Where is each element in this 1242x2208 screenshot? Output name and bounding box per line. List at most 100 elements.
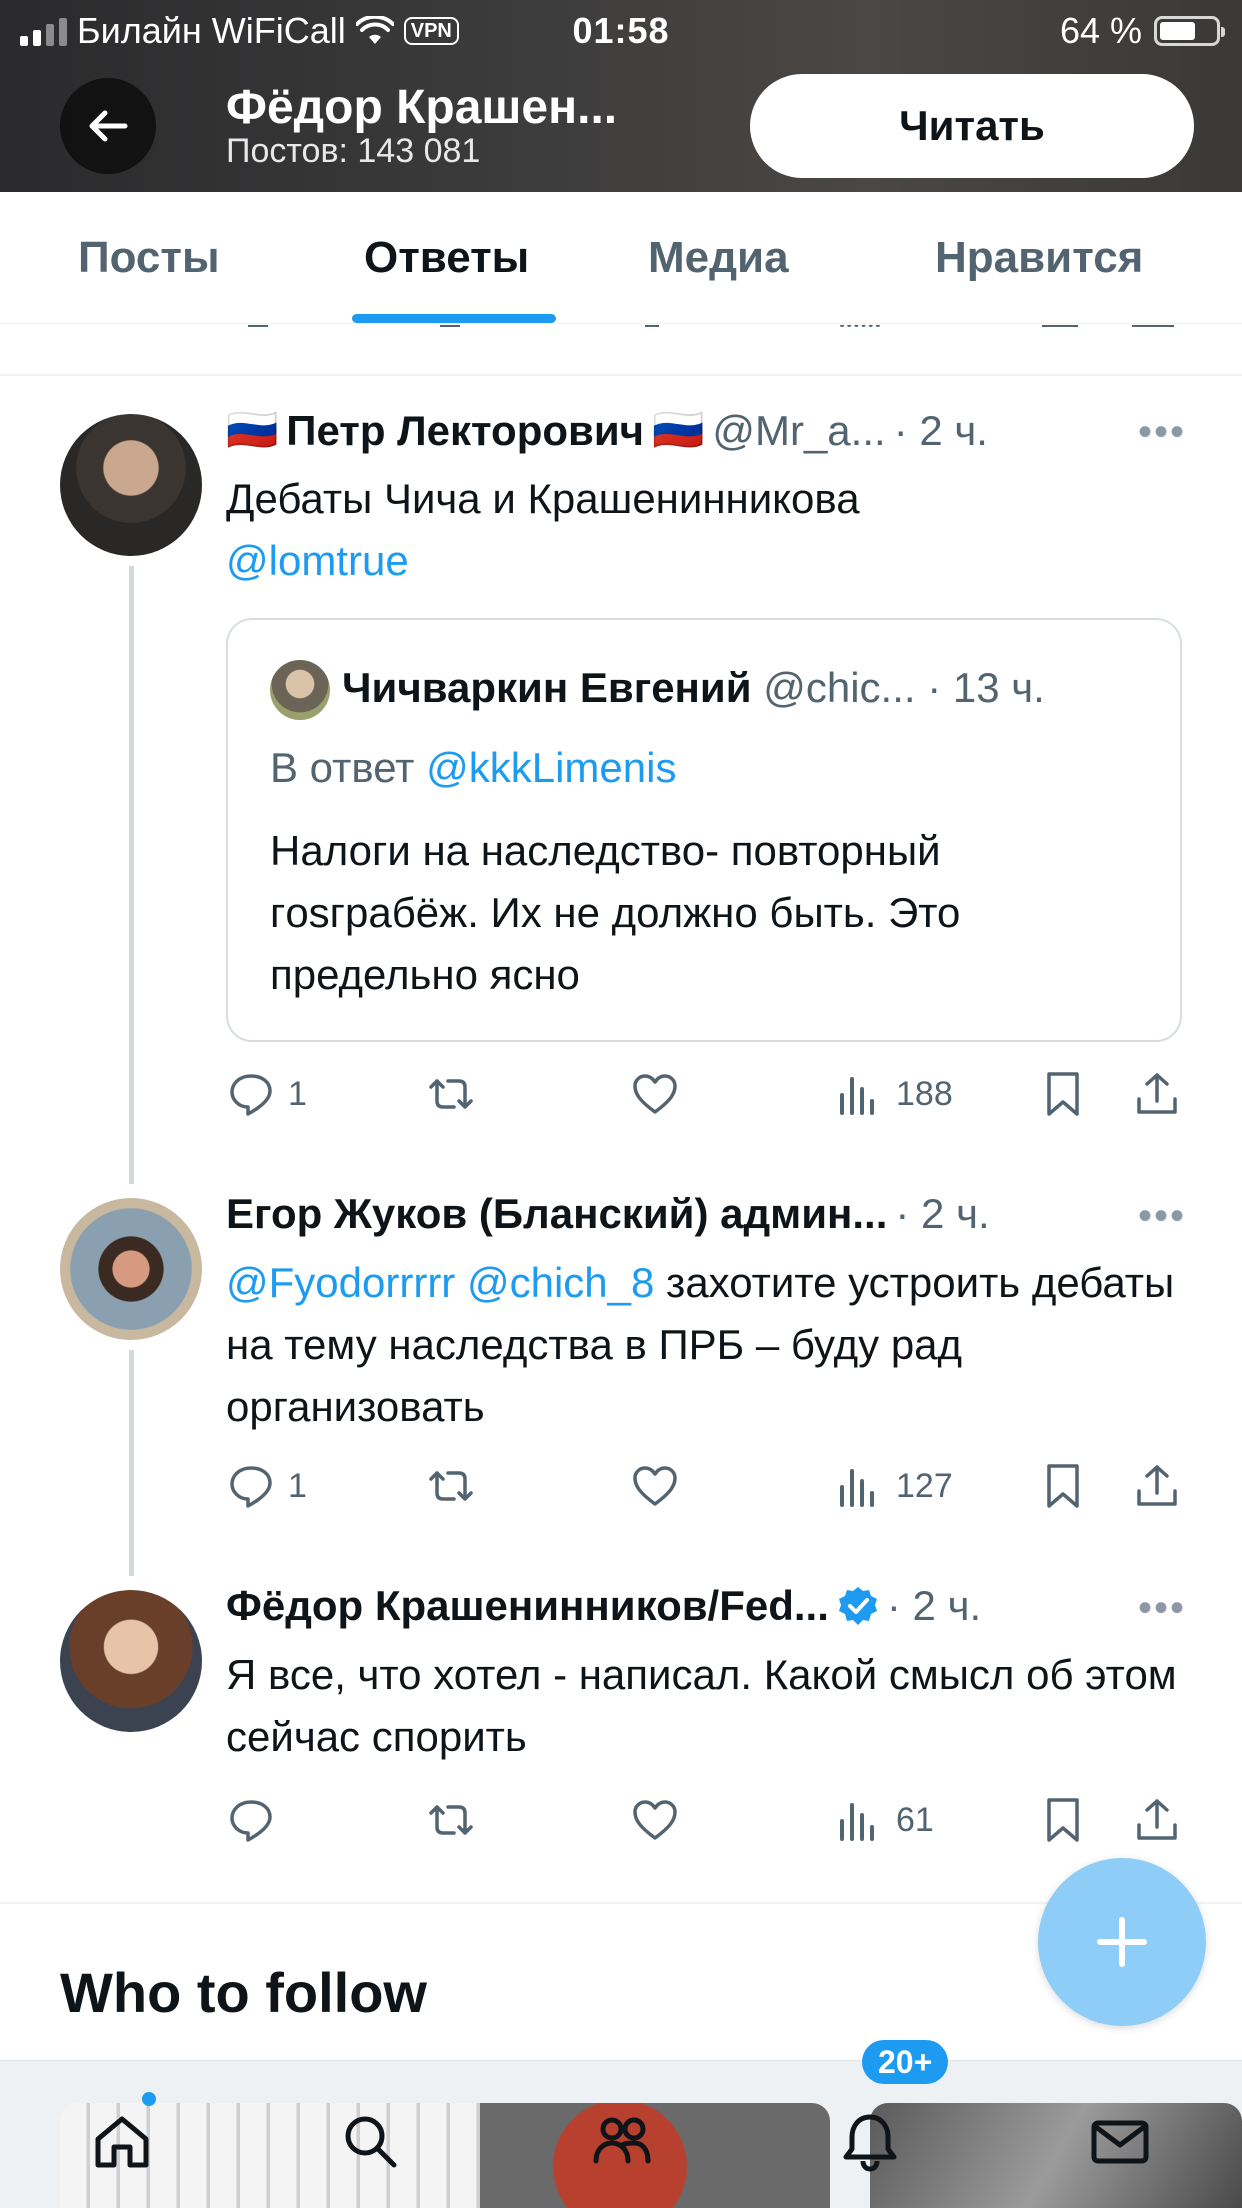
follow-suggestion-banner bbox=[60, 2103, 830, 2208]
profile-header: Билайн WiFiCall VPN 01:58 64 % Фёдор Кра… bbox=[0, 0, 1242, 192]
post-text: Я все, что хотел - написал. Какой смысл … bbox=[226, 1651, 1177, 1760]
views-button[interactable]: 61 bbox=[834, 1790, 934, 1850]
author-name[interactable]: Фёдор Крашенинников/Fed... bbox=[226, 1582, 829, 1630]
post-time: · 2 ч. bbox=[886, 1582, 982, 1629]
home-icon[interactable] bbox=[82, 2101, 162, 2181]
share-icon bbox=[1137, 1073, 1177, 1114]
post-actions: 61 bbox=[226, 1790, 1186, 1850]
tab-media[interactable]: Медиа bbox=[648, 192, 789, 324]
bookmark-icon bbox=[1047, 1798, 1079, 1842]
thread-line bbox=[129, 566, 134, 1184]
thread-line bbox=[129, 1350, 134, 1576]
like-button[interactable] bbox=[630, 1790, 680, 1850]
verified-badge-icon bbox=[838, 1587, 877, 1625]
mention-link[interactable]: @lomtrue bbox=[226, 537, 409, 584]
share-button[interactable] bbox=[1132, 1790, 1182, 1850]
mail-icon[interactable] bbox=[1080, 2101, 1160, 2181]
views-icon bbox=[840, 1077, 874, 1115]
follow-suggestion-banner bbox=[870, 2103, 1242, 2208]
repost-icon bbox=[429, 1471, 473, 1501]
reply-icon bbox=[230, 1074, 272, 1116]
bookmark-button[interactable] bbox=[1038, 1064, 1088, 1124]
heart-icon bbox=[633, 1466, 677, 1506]
profile-tabs: Посты Ответы Медиа Нравится bbox=[0, 192, 1242, 324]
quoted-post[interactable]: Чичваркин Евгений @chic... · 13 ч. В отв… bbox=[226, 618, 1182, 1042]
back-button[interactable] bbox=[60, 78, 156, 174]
more-icon[interactable]: ••• bbox=[1138, 1586, 1186, 1631]
reply-context: В ответ @kkkLimenis bbox=[270, 744, 677, 791]
views-button[interactable]: 188 bbox=[834, 1064, 953, 1124]
follow-button[interactable]: Читать bbox=[750, 74, 1194, 178]
mention-link[interactable]: @chich_8 bbox=[467, 1259, 654, 1306]
active-tab-indicator bbox=[352, 314, 556, 323]
arrow-left-icon bbox=[89, 110, 128, 142]
author-name[interactable]: Петр Лекторович bbox=[286, 407, 644, 455]
bookmark-icon bbox=[1047, 1072, 1079, 1116]
plus-icon bbox=[1097, 1917, 1147, 1967]
flag-icon: 🇷🇺 bbox=[226, 406, 279, 453]
views-button[interactable]: 127 bbox=[834, 1456, 953, 1516]
repost-button[interactable] bbox=[426, 1456, 476, 1516]
tab-replies[interactable]: Ответы bbox=[364, 192, 529, 324]
search-icon[interactable] bbox=[330, 2101, 410, 2181]
quote-text: Налоги на наследство- повторный гosграбё… bbox=[270, 827, 961, 998]
post-header: Егор Жуков (Бланский) админ... · 2 ч. bbox=[226, 1190, 990, 1238]
share-button[interactable] bbox=[1132, 1456, 1182, 1516]
battery-icon bbox=[1154, 16, 1225, 46]
communities-icon[interactable] bbox=[582, 2101, 662, 2181]
avatar bbox=[270, 660, 330, 720]
post-time: · 2 ч. bbox=[895, 1190, 990, 1237]
post-text: Дебаты Чича и Крашенинникова @lomtrue bbox=[226, 475, 860, 584]
repost-icon bbox=[429, 1805, 473, 1835]
like-button[interactable] bbox=[630, 1064, 680, 1124]
more-icon[interactable]: ••• bbox=[1138, 1194, 1186, 1239]
reply-button[interactable] bbox=[226, 1790, 288, 1850]
mention-link[interactable]: @Fyodorrrrr bbox=[226, 1259, 455, 1306]
post-divider bbox=[0, 374, 1242, 376]
author-name[interactable]: Егор Жуков (Бланский) админ... bbox=[226, 1190, 887, 1238]
who-to-follow-heading: Who to follow bbox=[60, 1961, 427, 2024]
share-button[interactable] bbox=[1132, 1064, 1182, 1124]
bell-icon[interactable] bbox=[830, 2101, 910, 2181]
tab-posts[interactable]: Посты bbox=[78, 192, 220, 324]
flag-icon: 🇷🇺 bbox=[652, 406, 705, 453]
post-header: 🇷🇺 Петр Лекторович 🇷🇺 @Mr_a... · 2 ч. bbox=[226, 406, 988, 455]
bookmark-button[interactable] bbox=[1038, 1790, 1088, 1850]
views-icon bbox=[840, 1469, 874, 1507]
avatar[interactable] bbox=[60, 1590, 202, 1732]
more-icon[interactable]: ••• bbox=[1138, 410, 1186, 455]
mention-link[interactable]: @kkkLimenis bbox=[426, 744, 676, 791]
notifications-badge: 20+ bbox=[862, 2040, 949, 2084]
avatar[interactable] bbox=[60, 414, 202, 556]
reply-icon bbox=[230, 1800, 272, 1842]
repost-button[interactable] bbox=[426, 1064, 476, 1124]
post-count: Постов: 143 081 bbox=[226, 132, 481, 170]
repost-button[interactable] bbox=[426, 1790, 476, 1850]
post-header: Фёдор Крашенинников/Fed... · 2 ч. bbox=[226, 1582, 981, 1630]
status-bar: Билайн WiFiCall VPN 01:58 64 % bbox=[0, 0, 1242, 62]
quote-header: Чичваркин Евгений @chic... · 13 ч. bbox=[342, 664, 1045, 711]
tab-likes[interactable]: Нравится bbox=[935, 192, 1143, 324]
home-notification-dot bbox=[142, 2092, 156, 2106]
clock: 01:58 bbox=[572, 10, 670, 51]
share-icon bbox=[1137, 1799, 1177, 1840]
post-actions: 1 188 bbox=[226, 1064, 1186, 1124]
battery-percent: 64 % bbox=[1059, 10, 1142, 51]
avatar[interactable] bbox=[60, 1198, 202, 1340]
like-button[interactable] bbox=[630, 1456, 680, 1516]
post-time: · 2 ч. bbox=[893, 406, 988, 454]
post-actions: 1 127 bbox=[226, 1456, 1186, 1516]
reply-button[interactable]: 1 bbox=[226, 1064, 307, 1124]
bookmark-icon bbox=[1047, 1464, 1079, 1508]
repost-icon bbox=[429, 1079, 473, 1109]
author-handle[interactable]: @Mr_a... bbox=[712, 407, 885, 455]
compose-button[interactable] bbox=[1038, 1858, 1206, 2026]
reply-button[interactable]: 1 bbox=[226, 1456, 307, 1516]
bookmark-button[interactable] bbox=[1038, 1456, 1088, 1516]
views-icon bbox=[840, 1803, 874, 1841]
bottom-nav bbox=[0, 2060, 1242, 2208]
reply-icon bbox=[230, 1466, 272, 1508]
share-icon bbox=[1137, 1465, 1177, 1506]
post-text: @Fyodorrrrr @chich_8 захотите устроить д… bbox=[226, 1259, 1175, 1430]
profile-name: Фёдор Крашен... bbox=[226, 81, 618, 134]
